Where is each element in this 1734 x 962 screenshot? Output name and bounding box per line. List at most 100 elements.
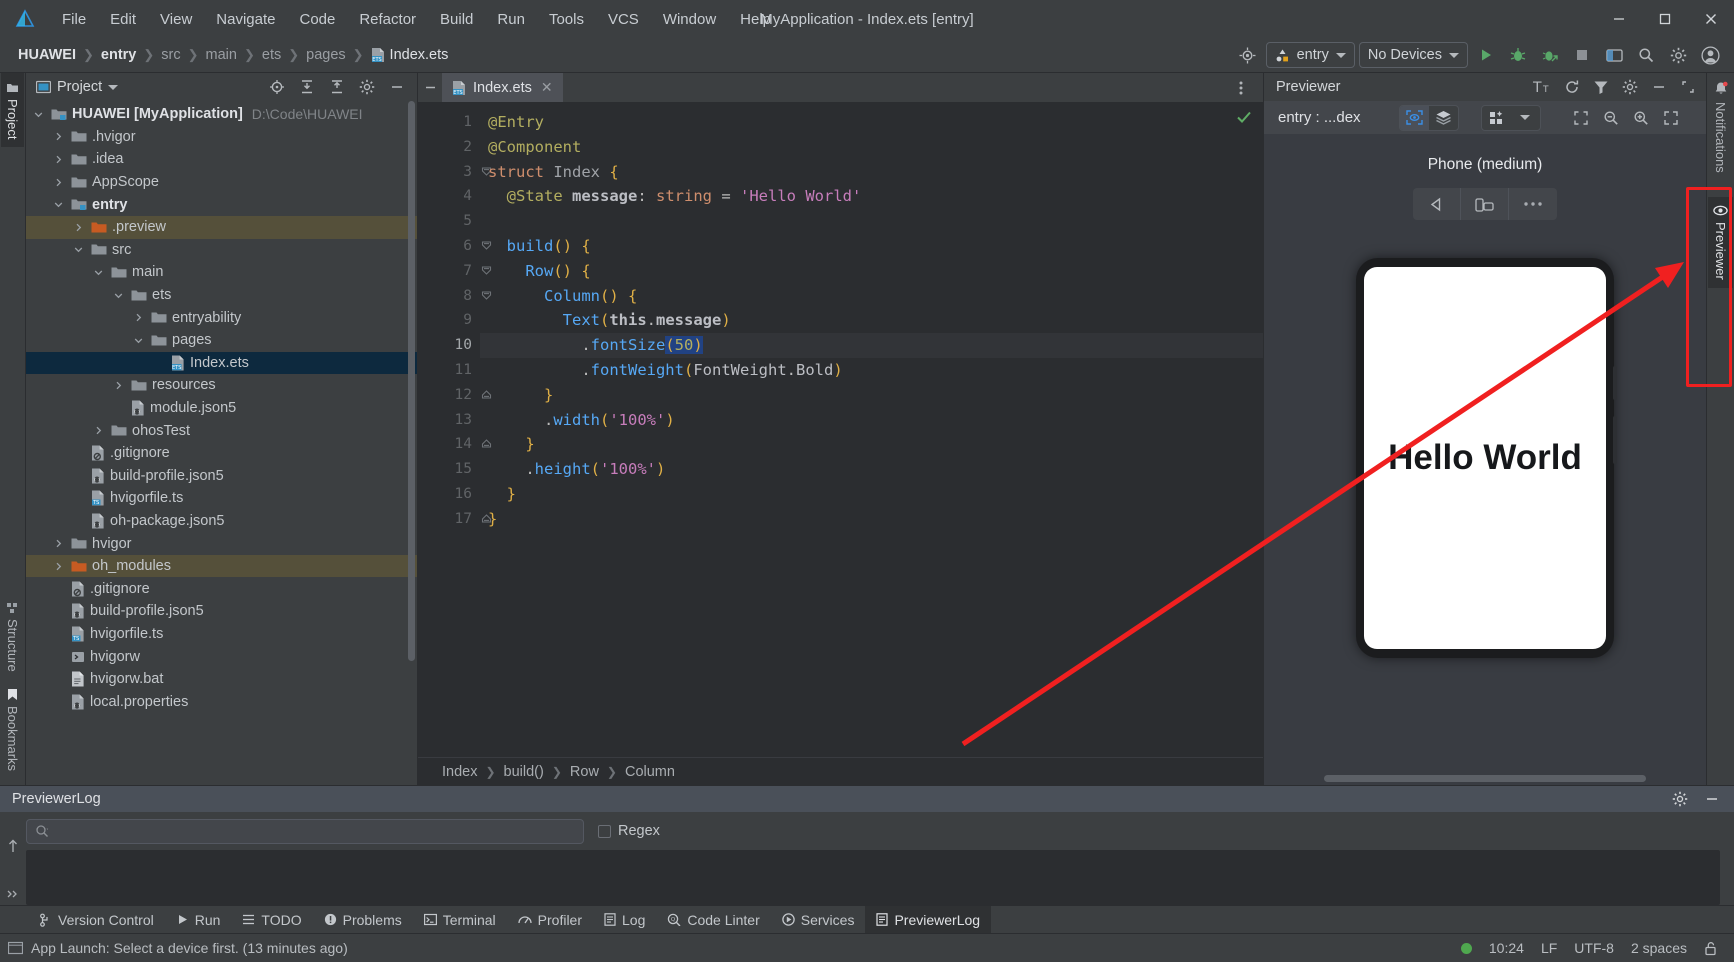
tree-item-huawei-myapplication[interactable]: HUAWEI [MyApplication] D:\Code\HUAWEI [26,103,417,126]
chevron-down-icon[interactable] [1511,106,1540,130]
menu-vcs[interactable]: VCS [596,7,651,32]
tree-expand-arrow-icon[interactable] [54,562,67,571]
close-icon[interactable]: ✕ [539,79,555,96]
status-indent[interactable]: 2 spaces [1631,940,1687,956]
breadcrumb-pages[interactable]: pages [302,45,350,65]
code-line[interactable]: @Entry [480,110,1263,135]
sidebar-item-previewer[interactable]: Previewer [1708,196,1733,288]
code-line[interactable]: .fontWeight(FontWeight.Bold) [480,358,1263,383]
search-everywhere-button[interactable] [1632,41,1660,69]
menu-navigate[interactable]: Navigate [204,7,287,32]
expand-arrows-icon[interactable] [1657,104,1685,132]
tree-expand-arrow-icon[interactable] [54,200,67,209]
code-line[interactable]: } [480,383,1263,408]
line-number-gutter[interactable]: 1 2 3 4 5 6 7 8 9 10 11 12 13 14 15 16 17 [418,102,506,757]
status-tab-previewerlog[interactable]: PreviewerLog [865,905,992,934]
tree-item-main[interactable]: main [26,261,417,284]
tree-expand-arrow-icon[interactable] [114,381,127,390]
status-crumb-column[interactable]: Column [621,763,679,781]
status-tab-terminal[interactable]: Terminal [413,906,507,934]
previewer-mode-segment[interactable] [1398,104,1459,131]
tree-item-hvigorw[interactable]: hvigorw [26,645,417,668]
status-tab-code-linter[interactable]: Q Code Linter [656,906,770,934]
menu-bar[interactable]: File Edit View Navigate Code Refactor Bu… [50,7,783,32]
menu-run[interactable]: Run [485,7,537,32]
breadcrumb-huawei[interactable]: HUAWEI [14,45,80,65]
line-number[interactable]: 6 [418,234,492,259]
tree-item-oh-modules[interactable]: oh_modules [26,554,417,578]
tree-item-local-properties[interactable]: local.properties [26,690,417,713]
font-size-Tt-icon[interactable]: TT [1529,73,1557,101]
tree-item-src[interactable]: src [26,239,417,262]
layers-icon[interactable] [1429,106,1458,130]
menu-window[interactable]: Window [651,7,728,32]
multi-device-grid-icon[interactable] [1482,106,1511,130]
breadcrumb[interactable]: HUAWEI ❯ entry ❯ src ❯ main ❯ ets ❯ page… [6,45,452,65]
menu-code[interactable]: Code [287,7,347,32]
device-selector[interactable]: No Devices [1358,42,1468,68]
menu-tools[interactable]: Tools [537,7,596,32]
tree-item-index-ets[interactable]: ETS Index.ets [26,351,417,375]
chevron-down-icon[interactable] [108,84,119,90]
status-tab-run[interactable]: Run [165,906,232,934]
status-crumb-index[interactable]: Index [438,763,481,781]
sidebar-item-bookmarks[interactable]: Bookmarks [1,680,24,779]
line-number[interactable]: 9 [418,308,480,333]
previewer-canvas[interactable]: Phone (medium) Hello World [1264,134,1706,785]
code-line[interactable]: } [480,482,1263,507]
scroll-from-source-icon[interactable] [263,73,291,101]
sidebar-item-project[interactable]: Project [1,73,24,148]
status-tab-log[interactable]: Log [593,906,656,934]
status-tab-services[interactable]: Services [771,906,866,934]
code-line[interactable]: .height('100%') [480,457,1263,482]
breadcrumb-index-ets[interactable]: ETS Index.ets [367,45,453,65]
log-output-area[interactable] [26,850,1720,905]
status-crumb-row[interactable]: Row [566,763,603,781]
project-tree-scrollbar[interactable] [408,101,415,661]
stop-button[interactable] [1568,41,1596,69]
previewer-minimize-icon[interactable] [1645,73,1673,101]
tree-item-preview[interactable]: .preview [26,215,417,239]
code-line[interactable]: Row() { [480,259,1263,284]
minimize-button[interactable] [1596,0,1642,38]
code-line[interactable]: .width('100%') [480,408,1263,433]
line-number[interactable]: 10 [418,333,506,358]
code-line[interactable]: @State message: string = 'Hello World' [480,184,1263,209]
tree-expand-arrow-icon[interactable] [74,245,87,254]
code-line[interactable]: Column() { [480,284,1263,309]
close-button[interactable] [1688,0,1734,38]
line-number[interactable]: 4 [418,184,480,209]
device-power-button[interactable] [1613,366,1617,400]
code-line[interactable]: } [480,432,1263,457]
line-number[interactable]: 14 [418,432,492,457]
line-number[interactable]: 1 [418,110,480,135]
log-search-input[interactable] [26,818,584,844]
regex-checkbox[interactable] [598,824,611,838]
menu-build[interactable]: Build [428,7,485,32]
more-dots-icon[interactable] [1509,188,1557,220]
code-line[interactable]: build() { [480,234,1263,259]
code-line[interactable]: struct Index { [480,160,1263,185]
tree-item-pages[interactable]: pages [26,329,417,352]
code-line[interactable]: } [480,507,1263,532]
code-line[interactable]: Text(this.message) [480,308,1263,333]
previewer-settings-gear-icon[interactable] [1616,73,1644,101]
line-number[interactable]: 7 [418,259,492,284]
previewer-target-label[interactable]: entry : ...dex [1278,109,1361,126]
line-number[interactable]: 12 [418,383,492,408]
hide-panel-icon[interactable] [383,73,411,101]
editor-status-breadcrumb[interactable]: Index ❯ build() ❯ Row ❯ Column [418,757,1263,785]
editor-tab-index-ets[interactable]: ETS Index.ets ✕ [442,73,563,102]
tree-expand-arrow-icon[interactable] [134,336,147,345]
event-log-icon[interactable] [8,941,23,955]
line-number[interactable]: 5 [418,209,480,234]
tree-item-resources[interactable]: resources [26,374,417,397]
menu-refactor[interactable]: Refactor [347,7,428,32]
status-line-separator[interactable]: LF [1541,940,1557,956]
line-number[interactable]: 15 [418,457,480,482]
maximize-button[interactable] [1642,0,1688,38]
breadcrumb-src[interactable]: src [157,45,184,65]
project-tree[interactable]: HUAWEI [MyApplication] D:\Code\HUAWEI .hvi… [26,101,417,785]
tree-expand-arrow-icon[interactable] [54,155,67,164]
tree-expand-arrow-icon[interactable] [134,313,147,322]
